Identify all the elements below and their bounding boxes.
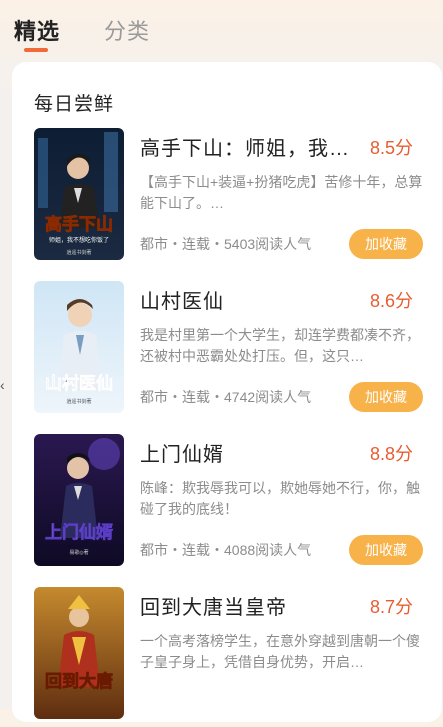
book-meta: 都市・连载・4088阅读人气 [140, 542, 312, 558]
book-meta: 都市・连载・4742阅读人气 [140, 389, 312, 405]
svg-text:易歌◎著: 易歌◎著 [69, 549, 88, 556]
active-tab-indicator [24, 48, 48, 52]
section-title: 每日尝鲜 [34, 94, 115, 115]
top-tab-bar: 精选 分类 [0, 0, 443, 60]
book-item[interactable]: 回到大唐 回到大唐当皇帝 8.7分 一个高考落榜学生，在意外穿越到唐朝一个傻子皇… [12, 587, 442, 727]
svg-text:回到大唐: 回到大唐 [45, 671, 113, 692]
book-cover[interactable]: 山村医仙 逍遥书剑著 [34, 281, 124, 413]
book-cover[interactable]: 回到大唐 [34, 587, 124, 719]
svg-text:师姐，我不想吃你饭了: 师姐，我不想吃你饭了 [49, 236, 109, 244]
tab-categories[interactable]: 分类 [104, 14, 150, 46]
chevron-left-icon[interactable]: ‹ [0, 377, 5, 393]
tab-featured[interactable]: 精选 [14, 14, 60, 46]
book-meta: 都市・连载・5403阅读人气 [140, 236, 312, 252]
book-description: 一个高考落榜学生，在意外穿越到唐朝一个傻子皇子身上，凭借自身优势，开启… [140, 633, 420, 670]
book-title[interactable]: 回到大唐当皇帝 [140, 591, 287, 620]
add-to-shelf-button[interactable]: 加收藏 [349, 229, 423, 259]
svg-text:高手下山: 高手下山 [45, 214, 113, 235]
svg-text:山村医仙: 山村医仙 [45, 373, 113, 394]
book-score: 8.6分 [370, 291, 414, 311]
svg-text:逍遥书剑著: 逍遥书剑著 [66, 398, 91, 405]
book-title[interactable]: 上门仙婿 [140, 438, 224, 467]
book-description: 我是村里第一个大学生，却连学费都凑不齐，还被村中恶霸处处打压。但，这只… [140, 327, 420, 364]
book-cover[interactable]: 高手下山 师姐，我不想吃你饭了 逍遥书剑著 [34, 128, 124, 260]
svg-text:逍遥书剑著: 逍遥书剑著 [66, 249, 91, 256]
book-title[interactable]: 高手下山：师姐，我… [140, 132, 350, 161]
book-item[interactable]: 山村医仙 逍遥书剑著 山村医仙 8.6分 我是村里第一个大学生，却连学费都凑不齐… [12, 281, 442, 421]
book-description: 【高手下山+装逼+扮猪吃虎】苦修十年，总算能下山了。… [140, 174, 423, 211]
daily-picks-card: 每日尝鲜 高手下山 师姐，我不想吃你饭了 逍遥书剑著 高手下山：师姐，我… 8.… [12, 62, 442, 722]
book-title[interactable]: 山村医仙 [140, 285, 224, 314]
add-to-shelf-button[interactable]: 加收藏 [349, 535, 423, 565]
book-item[interactable]: 上门仙婿 易歌◎著 上门仙婿 8.8分 陈峰：欺我辱我可以，欺她辱她不行，你，触… [12, 434, 442, 574]
book-description: 陈峰：欺我辱我可以，欺她辱她不行，你，触碰了我的底线！ [140, 480, 420, 517]
add-to-shelf-button[interactable]: 加收藏 [349, 382, 423, 412]
book-score: 8.8分 [370, 444, 414, 464]
svg-text:上门仙婿: 上门仙婿 [45, 522, 113, 543]
book-score: 8.7分 [370, 597, 414, 617]
book-item[interactable]: 高手下山 师姐，我不想吃你饭了 逍遥书剑著 高手下山：师姐，我… 8.5分 【高… [12, 128, 442, 268]
book-cover[interactable]: 上门仙婿 易歌◎著 [34, 434, 124, 566]
book-score: 8.5分 [370, 138, 414, 158]
